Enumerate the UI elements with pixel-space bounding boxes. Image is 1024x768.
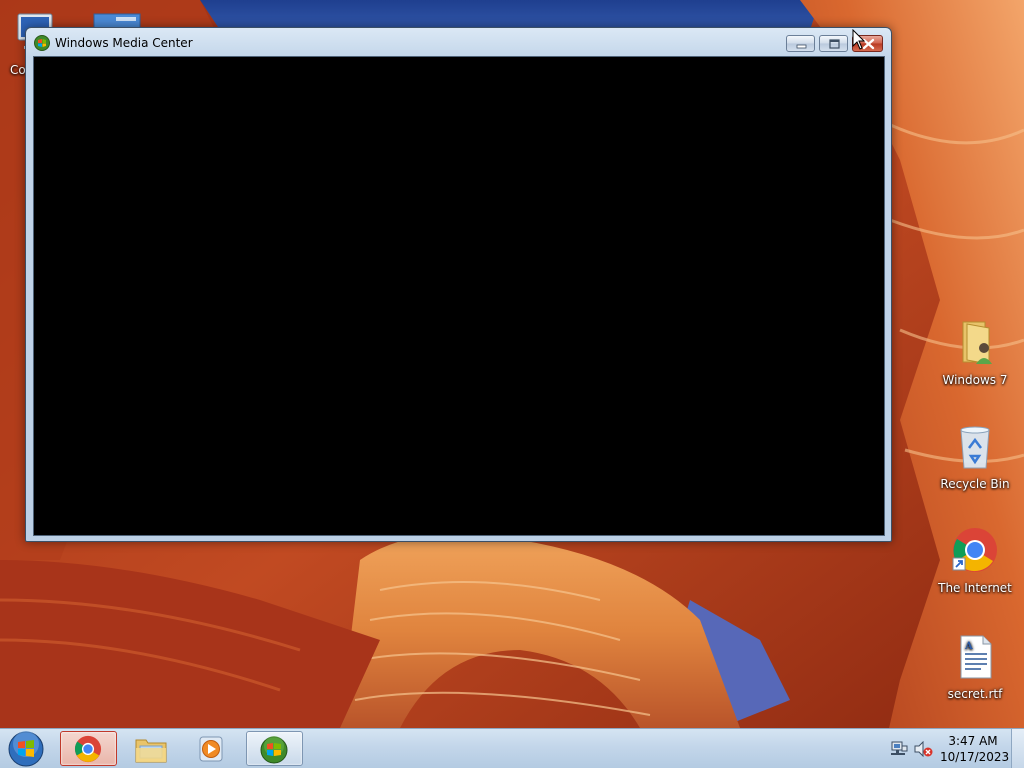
desktop: Co Windows 7 Recycle Bin The Internet A … bbox=[0, 0, 1024, 768]
restore-icon bbox=[829, 39, 840, 49]
taskbar-explorer-button[interactable] bbox=[122, 731, 179, 766]
chrome-icon bbox=[74, 735, 102, 763]
media-player-icon bbox=[199, 736, 223, 762]
media-center-content[interactable] bbox=[33, 56, 885, 536]
clock-date: 10/17/2023 bbox=[940, 750, 1010, 764]
show-desktop-button[interactable] bbox=[1011, 729, 1024, 768]
mouse-cursor-icon bbox=[852, 29, 866, 50]
user-folder-icon bbox=[962, 321, 992, 365]
rtf-document-icon: A bbox=[960, 635, 992, 679]
desktop-icon-label: The Internet bbox=[938, 581, 1012, 595]
taskbar-clock[interactable]: 3:47 AM 10/17/2023 bbox=[940, 733, 1010, 765]
windows-start-orb-icon[interactable] bbox=[4, 730, 48, 768]
svg-text:A: A bbox=[964, 641, 973, 652]
window-title: Windows Media Center bbox=[55, 36, 193, 50]
desktop-icon-windows7-folder[interactable]: Windows 7 bbox=[937, 318, 1013, 388]
desktop-icon-the-internet[interactable]: The Internet bbox=[937, 526, 1013, 596]
media-center-icon bbox=[260, 736, 288, 764]
window-titlebar[interactable]: Windows Media Center bbox=[26, 28, 891, 56]
taskbar-media-player-button[interactable] bbox=[184, 731, 241, 766]
recycle-bin-icon bbox=[960, 426, 990, 469]
maximize-button[interactable] bbox=[819, 35, 848, 52]
taskbar-chrome-button[interactable] bbox=[60, 731, 117, 766]
minimize-icon bbox=[796, 44, 807, 49]
desktop-icon-label: secret.rtf bbox=[947, 687, 1003, 701]
media-center-icon bbox=[34, 35, 50, 51]
desktop-icon-recycle-bin[interactable]: Recycle Bin bbox=[937, 422, 1013, 492]
chrome-shortcut-icon bbox=[952, 528, 997, 572]
desktop-icon-label: Recycle Bin bbox=[940, 477, 1010, 491]
desktop-icon-secret-rtf[interactable]: A secret.rtf bbox=[937, 632, 1013, 702]
folder-icon bbox=[135, 739, 167, 763]
desktop-icon-label: Windows 7 bbox=[942, 373, 1008, 387]
volume-muted-icon[interactable] bbox=[913, 741, 933, 757]
clock-time: 3:47 AM bbox=[948, 734, 998, 748]
taskbar-media-center-button[interactable] bbox=[246, 731, 303, 766]
media-center-window[interactable]: Windows Media Center bbox=[25, 27, 892, 542]
taskbar: 3:47 AM 10/17/2023 bbox=[0, 728, 1024, 768]
minimize-button[interactable] bbox=[786, 35, 815, 52]
network-icon[interactable] bbox=[890, 741, 908, 757]
